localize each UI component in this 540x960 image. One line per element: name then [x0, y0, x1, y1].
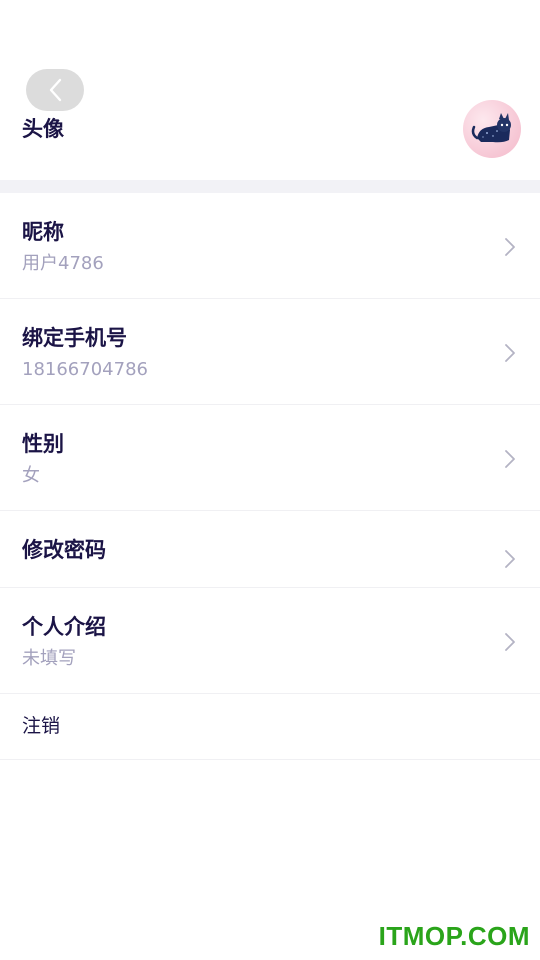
- avatar-label: 头像: [22, 117, 64, 141]
- settings-list: 昵称 用户4786 绑定手机号 18166704786 性别 女 修改密码 个人…: [0, 193, 540, 760]
- list-item-value: 18166704786: [22, 359, 148, 380]
- list-item-value: 女: [22, 465, 40, 486]
- chevron-right-icon: [505, 550, 515, 568]
- list-item-title: 个人介绍: [22, 615, 106, 639]
- chevron-right-icon: [505, 450, 515, 468]
- avatar-row[interactable]: 头像: [0, 90, 540, 180]
- list-item-bio[interactable]: 个人介绍 未填写: [0, 588, 540, 694]
- list-item-gender[interactable]: 性别 女: [0, 405, 540, 511]
- list-item-phone[interactable]: 绑定手机号 18166704786: [0, 299, 540, 405]
- list-item-title: 性别: [22, 432, 64, 456]
- logout-label: 注销: [22, 715, 61, 737]
- chevron-right-icon: [505, 633, 515, 651]
- avatar-image: [471, 113, 511, 143]
- list-item-title: 绑定手机号: [22, 326, 127, 350]
- logout-item[interactable]: 注销: [0, 694, 540, 760]
- list-item-value: 未填写: [22, 648, 76, 669]
- chevron-right-icon: [505, 344, 515, 362]
- list-item-value: 用户4786: [22, 253, 104, 274]
- list-item-nickname[interactable]: 昵称 用户4786: [0, 193, 540, 299]
- list-item-change-password[interactable]: 修改密码: [0, 511, 540, 588]
- chevron-right-icon: [505, 238, 515, 256]
- watermark: ITMOP.COM: [378, 921, 530, 951]
- section-divider: [0, 180, 540, 193]
- list-item-title: 昵称: [22, 220, 64, 244]
- avatar[interactable]: [463, 100, 521, 158]
- list-item-title: 修改密码: [22, 538, 106, 562]
